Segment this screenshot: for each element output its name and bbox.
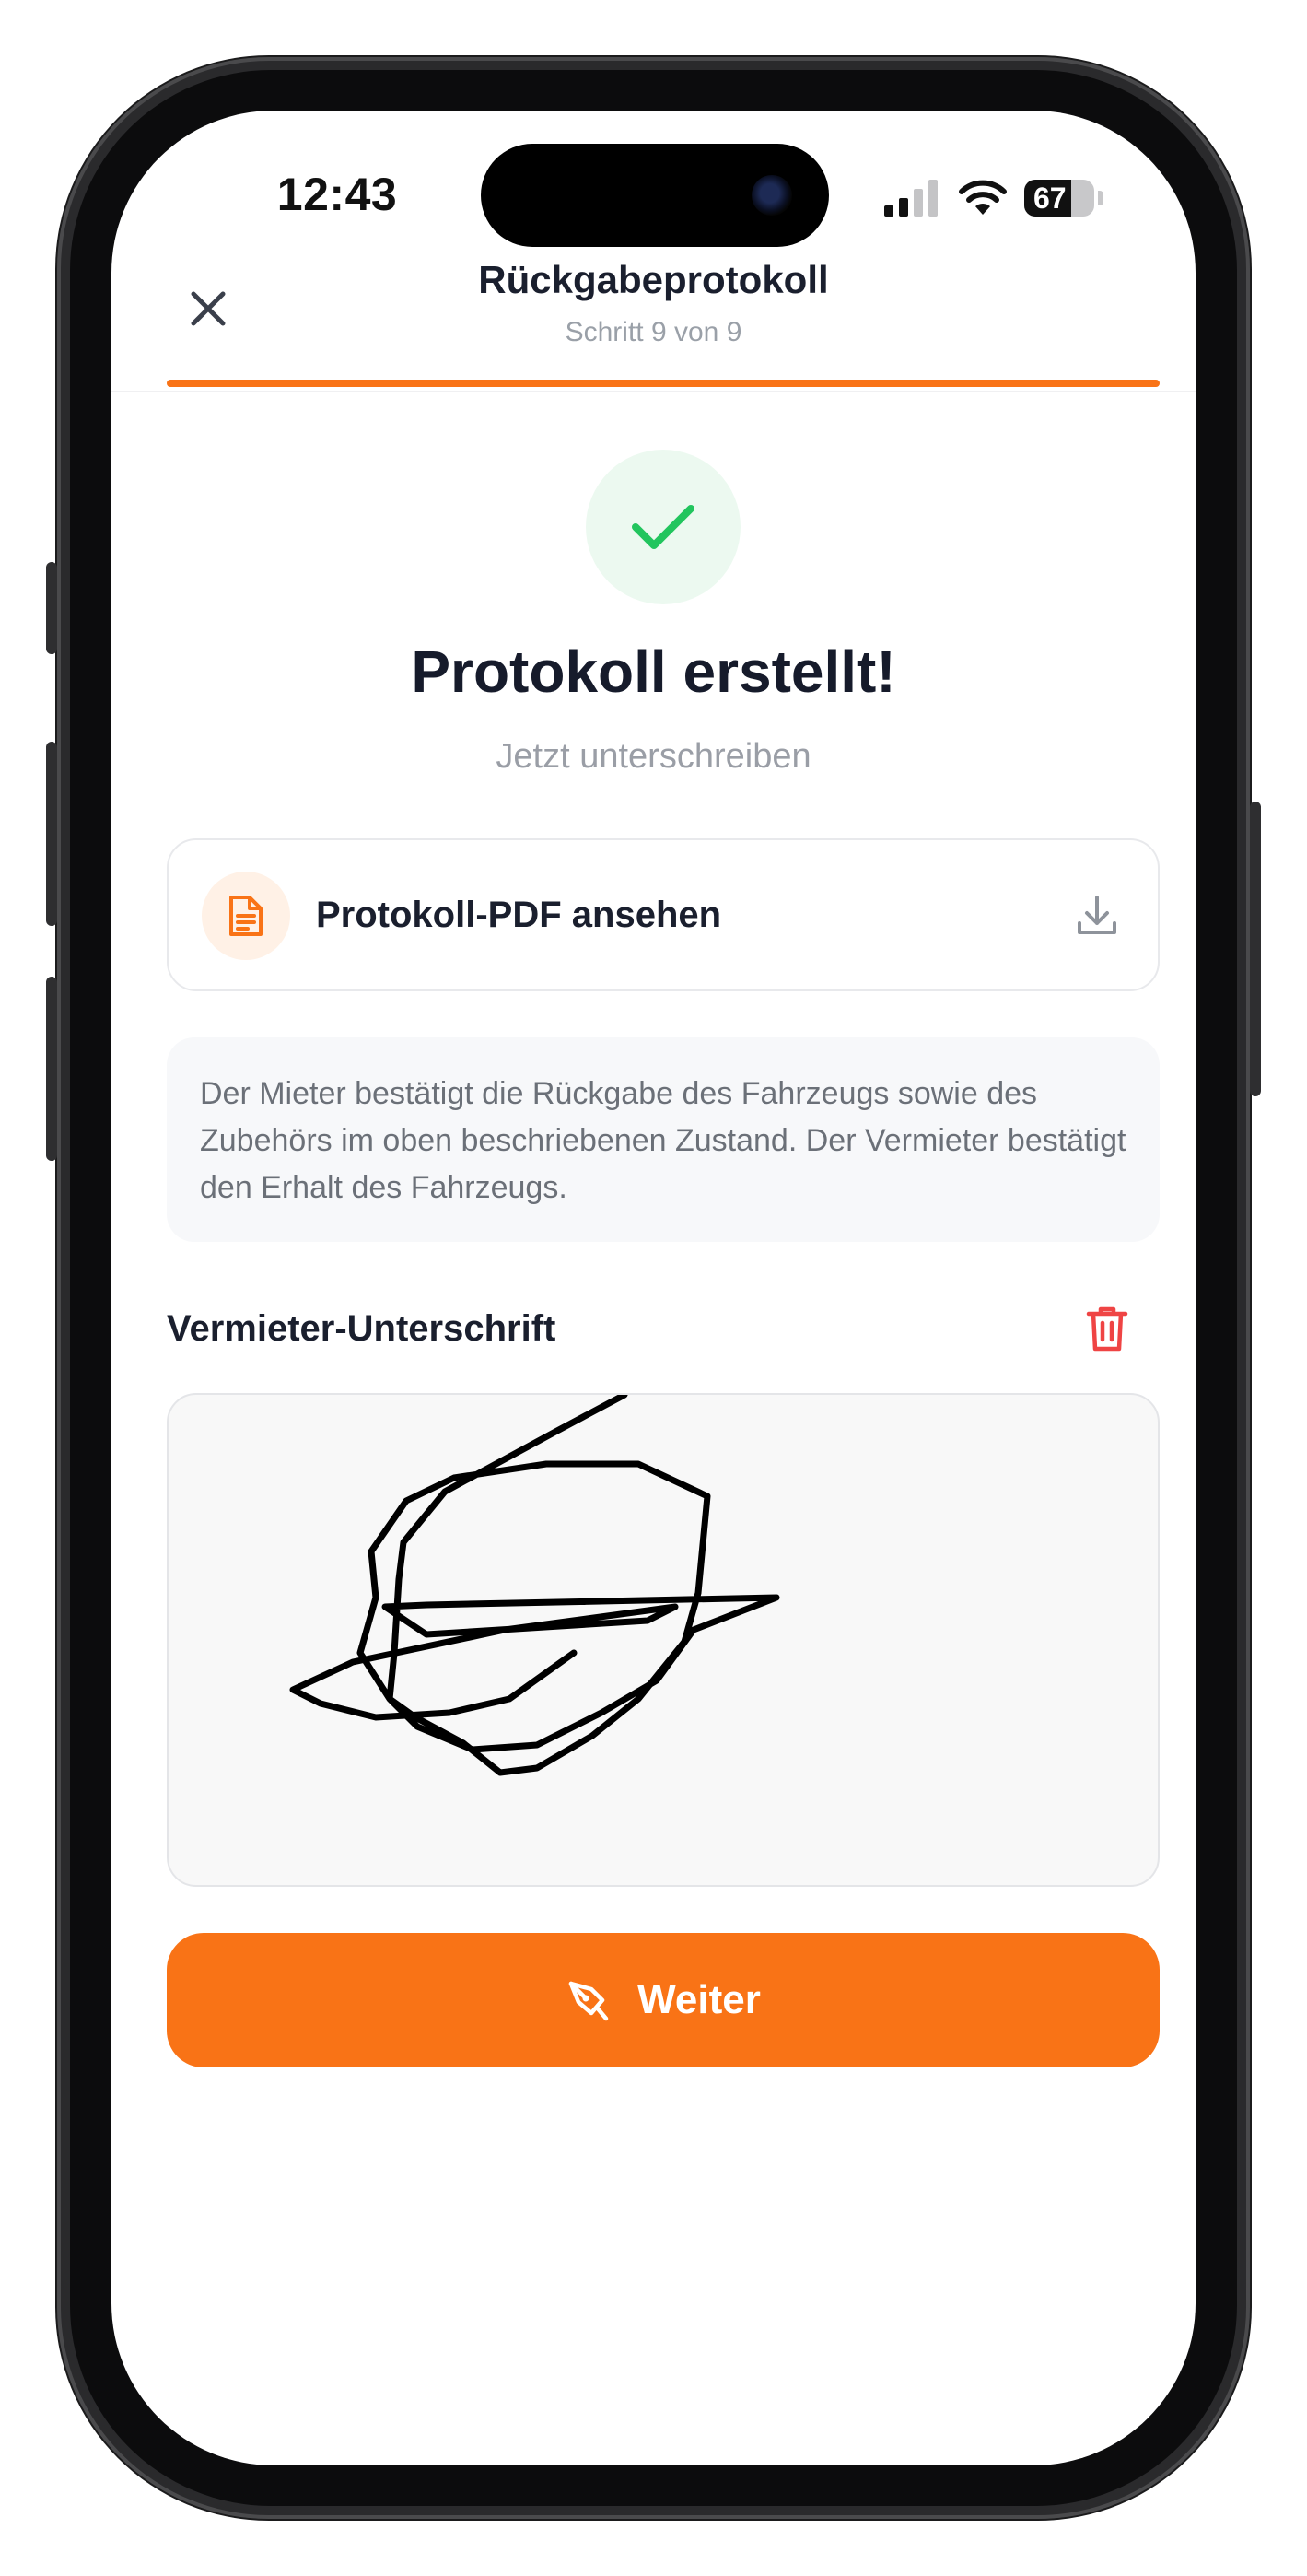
signature-drawing	[289, 1395, 780, 1776]
download-icon	[1078, 896, 1116, 934]
front-camera	[752, 175, 792, 216]
page-title: Rückgabeprotokoll	[478, 258, 829, 301]
trash-icon	[1086, 1306, 1128, 1352]
download-button[interactable]	[1068, 886, 1126, 945]
pen-icon	[568, 1981, 609, 2021]
success-title: Protokoll erstellt!	[411, 638, 896, 705]
confirmation-notice: Der Mieter bestätigt die Rückgabe des Fa…	[167, 1037, 1160, 1242]
status-icons: 67	[884, 175, 1103, 221]
app-screen: 12:43 67 Rückgabeprotokoll Schritt 9 von…	[111, 111, 1196, 2465]
battery-icon: 67	[1024, 180, 1094, 217]
power-button	[1250, 802, 1261, 1096]
success-subtitle: Jetzt unterschreiben	[496, 737, 811, 776]
volume-up-button	[46, 742, 57, 926]
status-time: 12:43	[276, 169, 398, 220]
pdf-icon-badge	[202, 872, 290, 960]
signal-icon	[884, 180, 938, 217]
volume-down-button	[46, 977, 57, 1161]
action-button	[46, 562, 57, 654]
view-pdf-label: Protokoll-PDF ansehen	[316, 894, 722, 935]
battery-cap	[1098, 191, 1103, 205]
signature-label: Vermieter-Unterschrift	[167, 1308, 556, 1349]
continue-button[interactable]: Weiter	[167, 1933, 1160, 2067]
view-pdf-button[interactable]: Protokoll-PDF ansehen	[167, 838, 1160, 991]
continue-button-label: Weiter	[637, 1977, 761, 2022]
step-indicator: Schritt 9 von 9	[565, 317, 742, 347]
clear-signature-button[interactable]	[1074, 1295, 1140, 1362]
header-divider	[111, 391, 1196, 392]
checkmark-icon	[632, 505, 694, 549]
wifi-icon	[959, 180, 1007, 215]
battery-percent: 67	[1033, 181, 1067, 215]
progress-bar	[167, 380, 1160, 387]
document-icon	[229, 896, 263, 936]
success-badge	[586, 450, 741, 604]
dynamic-island	[481, 144, 829, 247]
progress-fill	[167, 380, 1160, 387]
signature-pad[interactable]	[167, 1393, 1160, 1887]
